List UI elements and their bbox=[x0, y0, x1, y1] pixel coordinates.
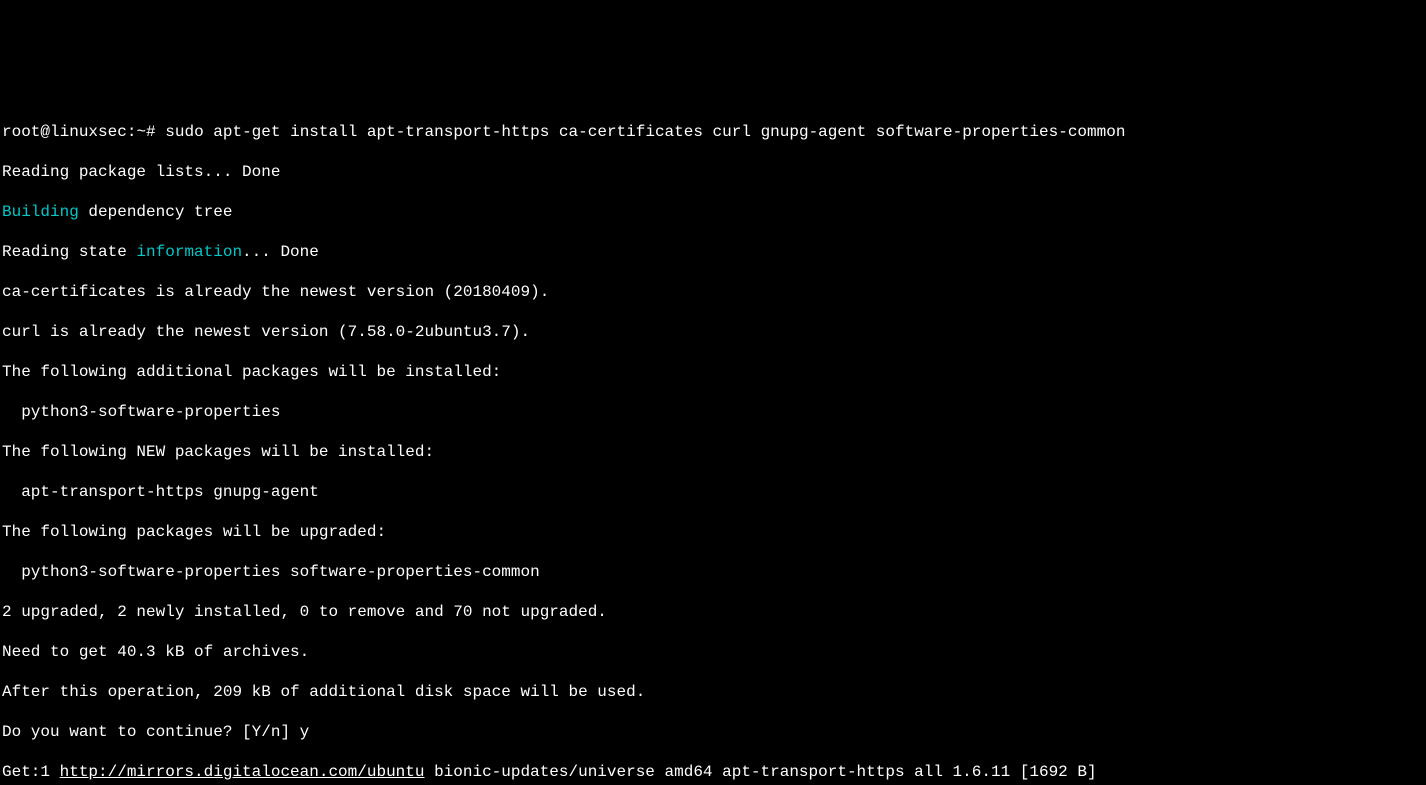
get-rest: bionic-updates/universe amd64 apt-transp… bbox=[424, 763, 1096, 781]
command-text: sudo apt-get install apt-transport-https… bbox=[165, 123, 1125, 141]
mirror-url: http://mirrors.digitalocean.com/ubuntu bbox=[60, 763, 425, 781]
prompt-path: ~ bbox=[136, 123, 146, 141]
get-prefix: Get:1 bbox=[2, 763, 60, 781]
output-line: The following packages will be upgraded: bbox=[2, 522, 1424, 542]
output-line: ca-certificates is already the newest ve… bbox=[2, 282, 1424, 302]
terminal-window[interactable]: root@linuxsec:~# sudo apt-get install ap… bbox=[0, 100, 1426, 785]
output-line: The following additional packages will b… bbox=[2, 362, 1424, 382]
output-line: apt-transport-https gnupg-agent bbox=[2, 482, 1424, 502]
reading-state-prefix: Reading state bbox=[2, 243, 136, 261]
reading-state-suffix: ... Done bbox=[242, 243, 319, 261]
output-line: Get:1 http://mirrors.digitalocean.com/ub… bbox=[2, 762, 1424, 782]
output-line: Do you want to continue? [Y/n] y bbox=[2, 722, 1424, 742]
building-rest: dependency tree bbox=[79, 203, 233, 221]
information-word: information bbox=[136, 243, 242, 261]
output-line: After this operation, 209 kB of addition… bbox=[2, 682, 1424, 702]
building-word: Building bbox=[2, 203, 79, 221]
output-line: 2 upgraded, 2 newly installed, 0 to remo… bbox=[2, 602, 1424, 622]
output-line: The following NEW packages will be insta… bbox=[2, 442, 1424, 462]
command-prompt-line: root@linuxsec:~# sudo apt-get install ap… bbox=[2, 122, 1424, 142]
output-line: curl is already the newest version (7.58… bbox=[2, 322, 1424, 342]
prompt-suffix: # bbox=[146, 123, 156, 141]
output-line: Reading state information... Done bbox=[2, 242, 1424, 262]
prompt-space bbox=[156, 123, 166, 141]
output-line: Need to get 40.3 kB of archives. bbox=[2, 642, 1424, 662]
prompt-user-host: root@linuxsec bbox=[2, 123, 127, 141]
prompt-colon: : bbox=[127, 123, 137, 141]
output-line: Building dependency tree bbox=[2, 202, 1424, 222]
output-line: python3-software-properties bbox=[2, 402, 1424, 422]
output-line: Reading package lists... Done bbox=[2, 162, 1424, 182]
output-line: python3-software-properties software-pro… bbox=[2, 562, 1424, 582]
